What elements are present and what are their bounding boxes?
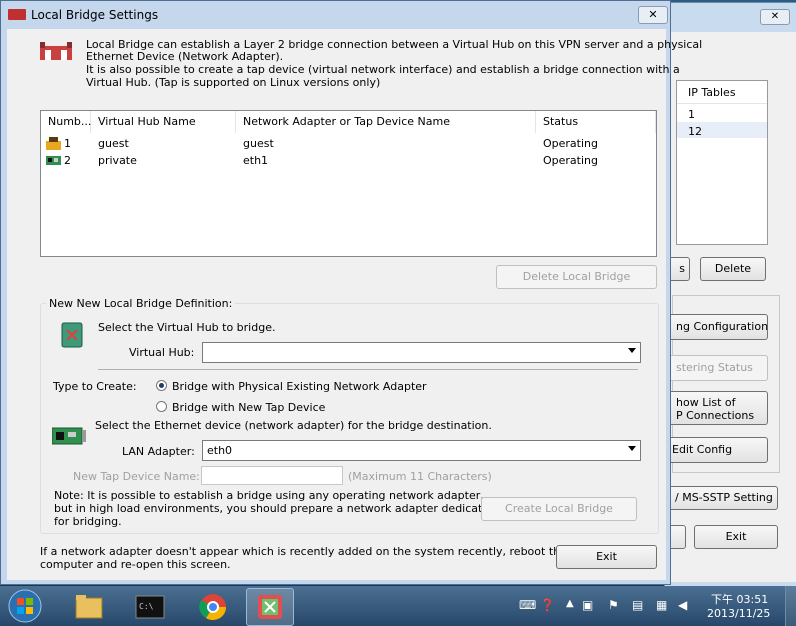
network-card-icon bbox=[52, 427, 86, 445]
lan-adapter-value: eth0 bbox=[207, 444, 233, 457]
cell-adapter: guest bbox=[243, 137, 274, 150]
back-status-button[interactable]: stering Status bbox=[666, 355, 768, 381]
back-connections-button[interactable]: how List of P Connections bbox=[666, 391, 768, 425]
show-desktop-button[interactable] bbox=[785, 586, 796, 626]
chevron-down-icon bbox=[628, 348, 636, 353]
exit-button[interactable]: Exit bbox=[556, 545, 657, 569]
keyboard-icon[interactable]: ⌨ bbox=[519, 598, 536, 612]
bridge-list[interactable]: Numb... Virtual Hub Name Network Adapter… bbox=[40, 110, 657, 257]
column-header-adapter[interactable]: Network Adapter or Tap Device Name bbox=[236, 111, 536, 133]
back-table-cell: 1 bbox=[688, 108, 695, 121]
back-delete-button[interactable]: Delete bbox=[700, 257, 766, 281]
tap-name-label: New Tap Device Name: bbox=[73, 470, 200, 483]
svg-text:C:\: C:\ bbox=[139, 602, 154, 611]
create-local-bridge-button[interactable]: Create Local Bridge bbox=[481, 497, 637, 521]
column-header-number[interactable]: Numb... bbox=[41, 111, 91, 133]
volume-icon[interactable]: ◀ bbox=[678, 598, 687, 612]
back-connections-label1: how List of bbox=[676, 396, 736, 409]
app-icon bbox=[8, 9, 26, 20]
command-prompt-icon[interactable]: C:\ bbox=[124, 590, 178, 624]
back-table-cell: 12 bbox=[688, 125, 702, 138]
help-icon[interactable]: ❓ bbox=[540, 598, 555, 612]
show-hidden-icons-icon[interactable]: ▲ bbox=[566, 598, 574, 609]
virtual-hub-select[interactable] bbox=[202, 342, 641, 363]
radio-physical-adapter[interactable] bbox=[156, 380, 167, 391]
bridge-icon bbox=[40, 42, 72, 60]
start-button-icon[interactable] bbox=[5, 588, 45, 624]
flag-icon[interactable]: ⚑ bbox=[608, 598, 619, 612]
cell-adapter: eth1 bbox=[243, 154, 269, 167]
intro-text-4: Virtual Hub. (Tap is supported on Linux … bbox=[86, 76, 381, 89]
cell-status: Operating bbox=[543, 137, 598, 150]
cell-status: Operating bbox=[543, 154, 598, 167]
group-label: New New Local Bridge Definition: bbox=[46, 297, 236, 310]
lan-adapter-select[interactable]: eth0 bbox=[202, 440, 641, 461]
back-connections-label2: P Connections bbox=[676, 409, 755, 422]
back-table-header: IP Tables bbox=[677, 81, 767, 104]
usb-icon[interactable]: ▣ bbox=[582, 598, 593, 612]
clock-date[interactable]: 2013/11/25 bbox=[707, 607, 770, 620]
window-title: Local Bridge Settings bbox=[31, 8, 159, 22]
cell-number: 1 bbox=[64, 137, 71, 150]
select-ethernet-text: Select the Ethernet device (network adap… bbox=[95, 419, 492, 432]
note-line-3: for bridging. bbox=[54, 515, 122, 528]
note-line-1: Note: It is possible to establish a brid… bbox=[54, 489, 484, 502]
clock-time[interactable]: 下午 03:51 bbox=[711, 591, 768, 607]
chevron-down-icon bbox=[628, 446, 636, 451]
footer-line-2: computer and re-open this screen. bbox=[40, 558, 231, 571]
cell-hub: private bbox=[98, 154, 137, 167]
taskbar bbox=[0, 586, 796, 626]
tap-name-hint: (Maximum 11 Characters) bbox=[348, 470, 492, 483]
network-card-icon bbox=[46, 156, 61, 165]
note-line-2: but in high load environments, you shoul… bbox=[54, 502, 497, 515]
virtual-hub-icon bbox=[61, 322, 83, 348]
virtual-hub-label: Virtual Hub: bbox=[129, 346, 195, 359]
network-icon[interactable]: ▦ bbox=[656, 598, 667, 612]
table-row[interactable]: 2 private eth1 Operating bbox=[42, 153, 655, 169]
cell-number: 2 bbox=[64, 154, 71, 167]
back-sstp-button[interactable]: / MS-SSTP Setting bbox=[666, 486, 778, 510]
back-config-button[interactable]: ng Configuration bbox=[666, 314, 768, 340]
lan-adapter-label: LAN Adapter: bbox=[122, 445, 195, 458]
back-table-header-label: IP Tables bbox=[688, 86, 736, 99]
file-explorer-icon[interactable] bbox=[62, 590, 116, 624]
back-exit-button[interactable]: Exit bbox=[694, 525, 778, 549]
select-hub-text: Select the Virtual Hub to bridge. bbox=[98, 321, 276, 334]
back-close-button[interactable]: ✕ bbox=[760, 9, 790, 25]
close-button[interactable]: ✕ bbox=[638, 6, 668, 24]
delete-local-bridge-button[interactable]: Delete Local Bridge bbox=[496, 265, 657, 289]
column-header-status[interactable]: Status bbox=[536, 111, 656, 133]
radio-physical-label[interactable]: Bridge with Physical Existing Network Ad… bbox=[172, 380, 427, 393]
vpn-manager-icon bbox=[258, 595, 282, 619]
bridge-row-icon bbox=[46, 137, 61, 150]
back-table[interactable]: IP Tables 1 12 bbox=[676, 80, 768, 245]
intro-text-3: It is also possible to create a tap devi… bbox=[86, 63, 680, 76]
action-center-icon[interactable]: ▤ bbox=[632, 598, 643, 612]
tap-name-input[interactable] bbox=[201, 466, 343, 485]
table-row[interactable]: 1 guest guest Operating bbox=[42, 136, 655, 152]
footer-line-1: If a network adapter doesn't appear whic… bbox=[40, 545, 567, 558]
divider bbox=[98, 369, 638, 370]
back-edit-config-button[interactable]: Edit Config bbox=[666, 437, 768, 463]
chrome-icon[interactable] bbox=[186, 590, 240, 624]
radio-tap-device[interactable] bbox=[156, 401, 167, 412]
column-header-hub[interactable]: Virtual Hub Name bbox=[91, 111, 236, 133]
intro-text-2: Ethernet Device (Network Adapter). bbox=[86, 50, 284, 63]
cell-hub: guest bbox=[98, 137, 129, 150]
type-label: Type to Create: bbox=[53, 380, 137, 393]
radio-tap-label[interactable]: Bridge with New Tap Device bbox=[172, 401, 325, 414]
